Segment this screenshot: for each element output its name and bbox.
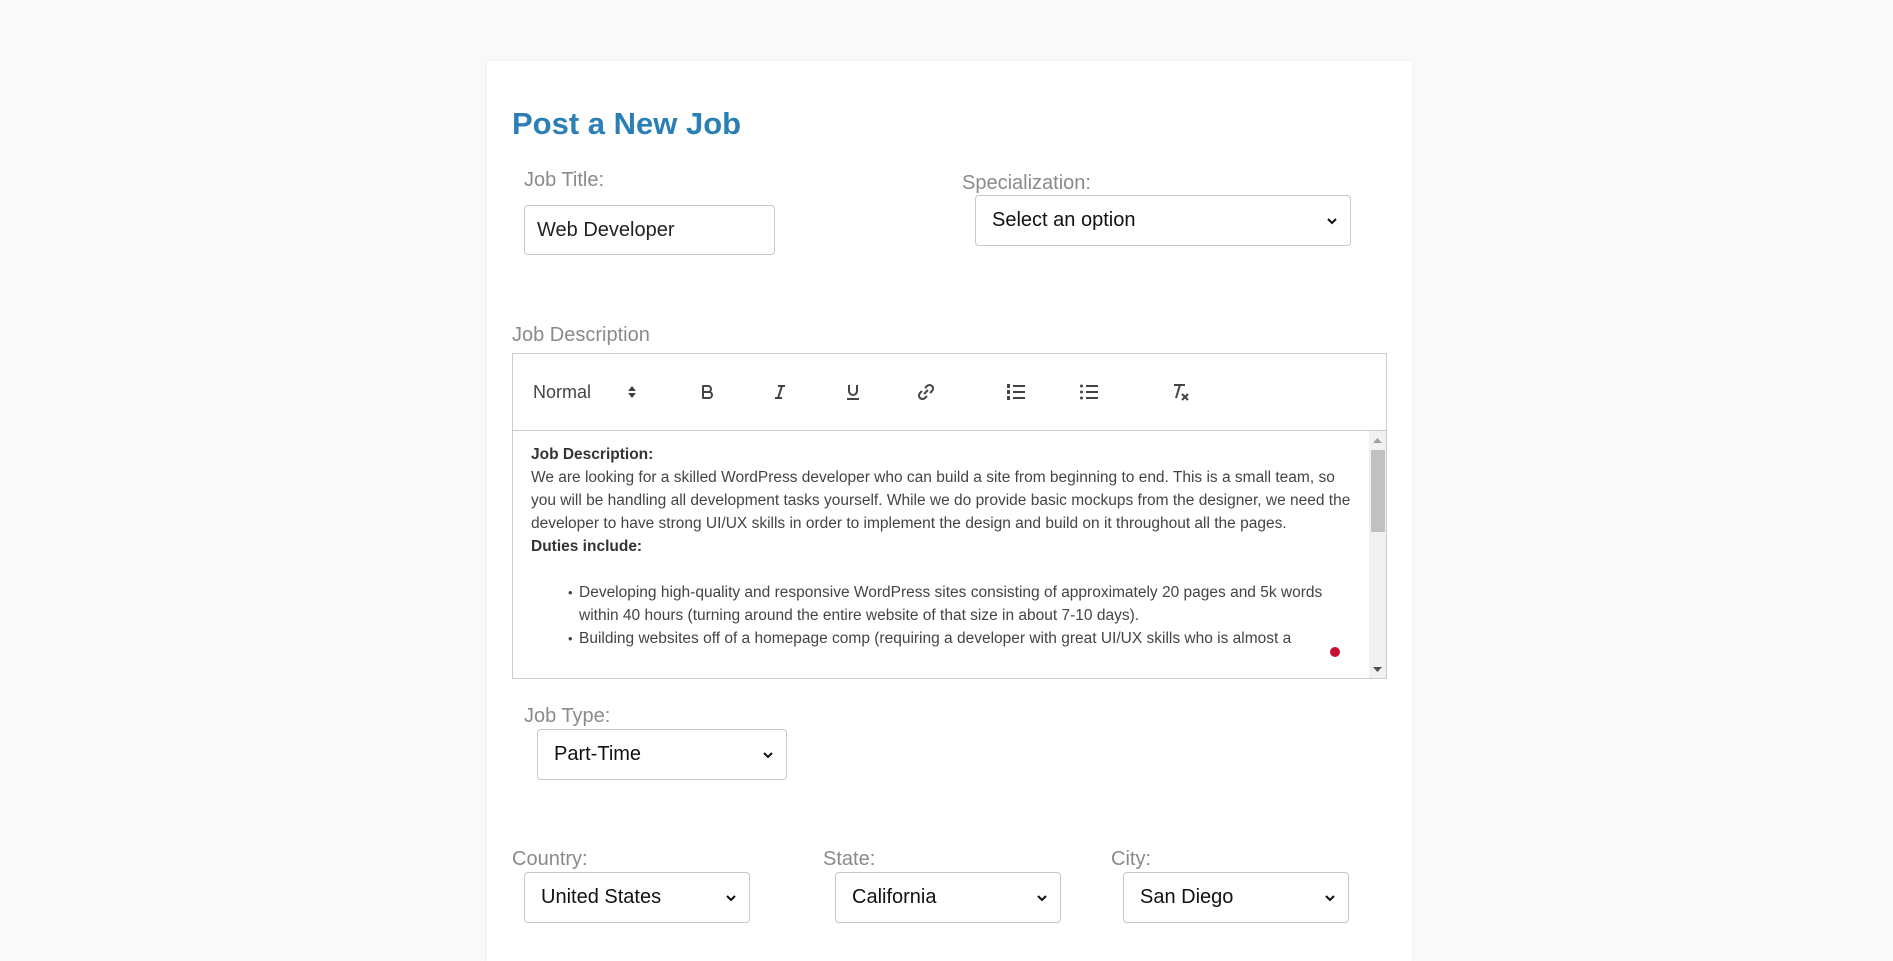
ordered-list-button[interactable] — [1002, 376, 1030, 408]
description-paragraph: We are looking for a skilled WordPress d… — [531, 469, 1351, 532]
country-label: Country: — [512, 848, 588, 870]
state-selected-value: California — [852, 886, 937, 908]
rich-text-editor: Normal Job Description: We are looking f… — [512, 353, 1387, 679]
country-selected-value: United States — [541, 886, 662, 908]
specialization-select[interactable]: Select an option — [975, 195, 1351, 246]
duties-heading: Duties include: — [531, 538, 643, 555]
chevron-down-icon — [1325, 894, 1335, 901]
bullet-list-icon — [1080, 384, 1098, 400]
italic-button[interactable] — [766, 376, 794, 408]
indicator-dot — [1330, 647, 1340, 657]
link-button[interactable] — [912, 376, 940, 408]
specialization-selected-value: Select an option — [992, 209, 1136, 231]
bullet-list-button[interactable] — [1075, 376, 1103, 408]
italic-icon — [775, 385, 785, 399]
country-select[interactable]: United States — [524, 872, 750, 923]
chevron-down-icon — [1327, 217, 1337, 224]
chevron-down-icon — [763, 751, 773, 758]
clear-format-icon — [1174, 384, 1189, 401]
duties-list: Developing high-quality and responsive W… — [531, 581, 1351, 650]
list-item: Building websites off of a homepage comp… — [568, 627, 1351, 650]
job-title-input[interactable] — [524, 205, 775, 255]
scroll-thumb[interactable] — [1371, 450, 1385, 532]
job-type-label: Job Type: — [524, 705, 611, 727]
bold-button[interactable] — [693, 376, 721, 408]
city-label: City: — [1111, 848, 1151, 870]
job-type-selected-value: Part-Time — [554, 743, 642, 765]
underline-button[interactable] — [839, 376, 867, 408]
underline-icon — [847, 385, 859, 400]
bold-icon — [702, 385, 713, 399]
editor-content[interactable]: Job Description: We are looking for a sk… — [513, 431, 1369, 678]
header-format-select[interactable]: Normal — [533, 376, 641, 408]
job-title-label: Job Title: — [524, 169, 605, 191]
scroll-down-arrow-icon[interactable] — [1369, 661, 1386, 678]
specialization-label: Specialization: — [962, 172, 1091, 194]
scroll-up-arrow-icon[interactable] — [1369, 431, 1386, 448]
state-label: State: — [823, 848, 876, 870]
state-select[interactable]: California — [835, 872, 1061, 923]
city-selected-value: San Diego — [1140, 886, 1234, 908]
editor-scrollbar[interactable] — [1369, 431, 1386, 678]
editor-toolbar: Normal — [513, 354, 1386, 431]
job-description-label: Job Description — [512, 324, 650, 346]
job-type-select[interactable]: Part-Time — [537, 729, 787, 780]
chevron-down-icon — [726, 894, 736, 901]
sort-arrows-icon — [628, 386, 636, 398]
description-heading: Job Description: — [531, 446, 654, 463]
city-select[interactable]: San Diego — [1123, 872, 1349, 923]
page-title: Post a New Job — [512, 106, 742, 141]
link-icon — [917, 383, 935, 401]
header-format-value: Normal — [533, 381, 592, 402]
chevron-down-icon — [1037, 894, 1047, 901]
ordered-list-icon — [1007, 384, 1025, 400]
clear-format-button[interactable] — [1166, 376, 1194, 408]
list-item: Developing high-quality and responsive W… — [568, 581, 1351, 627]
